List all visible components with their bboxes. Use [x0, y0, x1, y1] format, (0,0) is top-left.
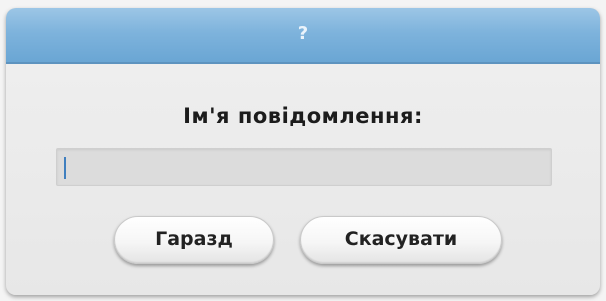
cancel-button[interactable]: Скасувати: [300, 216, 502, 264]
dialog-title: ?: [297, 23, 309, 44]
text-caret: [64, 157, 66, 179]
message-name-label: Ім'я повідомлення:: [183, 104, 423, 128]
message-name-input[interactable]: [56, 148, 552, 186]
dialog-titlebar[interactable]: ?: [6, 8, 600, 64]
ok-button[interactable]: Гаразд: [114, 216, 274, 264]
message-name-dialog: ? Ім'я повідомлення: Гаразд Скасувати: [6, 8, 600, 295]
dialog-content: Ім'я повідомлення: Гаразд Скасувати: [6, 64, 600, 295]
